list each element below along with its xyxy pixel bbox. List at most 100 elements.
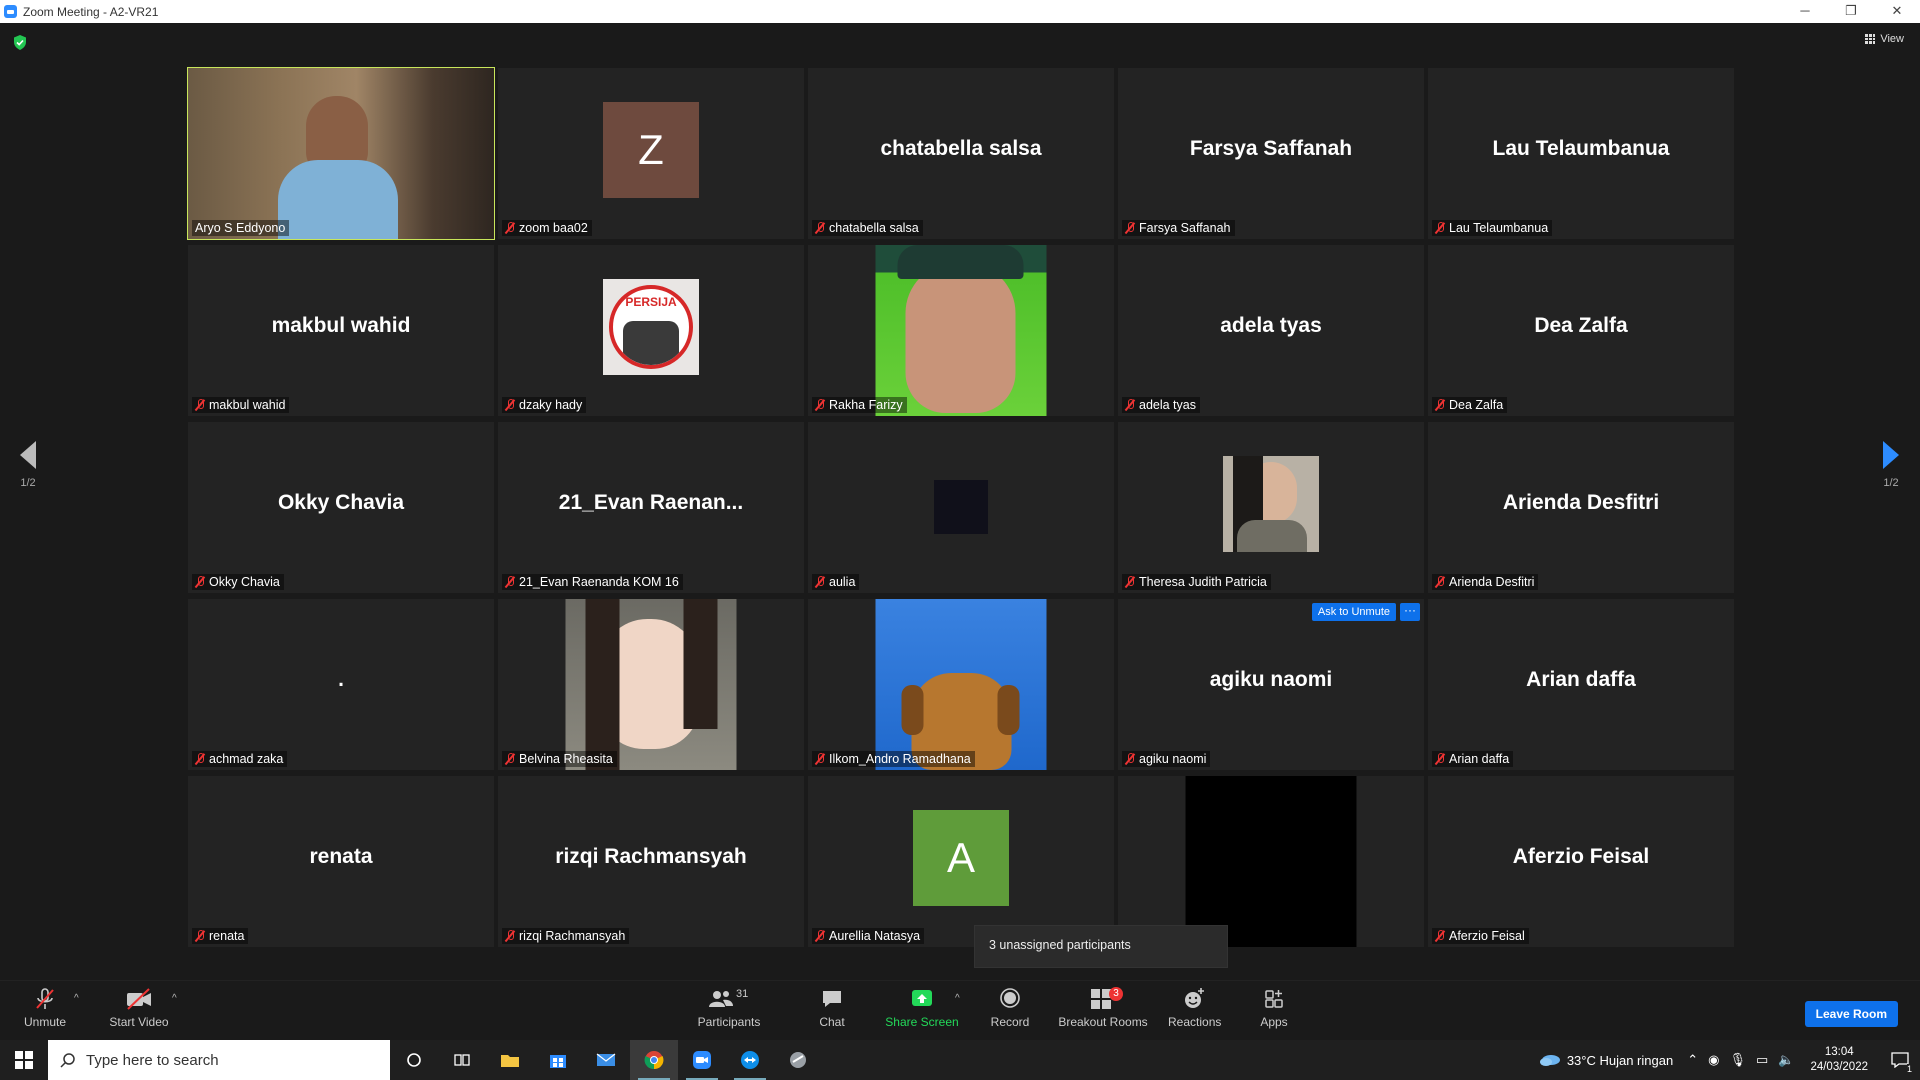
video-tile[interactable] xyxy=(1118,776,1424,947)
video-tile[interactable]: Arienda Desfitri Arienda Desfitri xyxy=(1428,422,1734,593)
participant-name: Dea Zalfa xyxy=(1449,398,1504,412)
breakout-rooms-label: Breakout Rooms xyxy=(1058,1015,1148,1029)
record-indicator-icon[interactable]: ◉ xyxy=(1708,1052,1719,1068)
video-options-caret[interactable]: ^ xyxy=(172,993,177,1004)
volume-icon[interactable]: 🔈 xyxy=(1778,1052,1794,1068)
taskbar-search-input[interactable]: Type here to search xyxy=(48,1040,390,1080)
windows-logo-icon xyxy=(15,1051,33,1069)
window-title: Zoom Meeting - A2-VR21 xyxy=(23,4,159,19)
breakout-rooms-button[interactable]: 3 Breakout Rooms xyxy=(1058,987,1148,1029)
leave-room-button[interactable]: Leave Room xyxy=(1804,1001,1898,1027)
mic-muted-icon xyxy=(1435,576,1445,588)
video-tile[interactable]: adela tyas adela tyas xyxy=(1118,245,1424,416)
video-tile[interactable]: PERSIJA dzaky hady xyxy=(498,245,804,416)
minimize-button[interactable]: ─ xyxy=(1782,0,1828,23)
video-tile[interactable]: Rakha Farizy xyxy=(808,245,1114,416)
unmute-button[interactable]: Unmute xyxy=(20,987,70,1029)
video-tile[interactable]: Ilkom_Andro Ramadhana xyxy=(808,599,1114,770)
chrome-button[interactable] xyxy=(630,1040,678,1080)
video-tile[interactable]: Dea Zalfa Dea Zalfa xyxy=(1428,245,1734,416)
mic-muted-icon xyxy=(195,399,205,411)
network-icon[interactable]: ▭ xyxy=(1756,1052,1768,1068)
teamviewer-icon xyxy=(741,1051,759,1069)
cortana-button[interactable] xyxy=(390,1040,438,1080)
video-tile[interactable]: Lau Telaumbanua Lau Telaumbanua xyxy=(1428,68,1734,239)
video-tile[interactable]: makbul wahid makbul wahid xyxy=(188,245,494,416)
video-tile[interactable]: Belvina Rheasita xyxy=(498,599,804,770)
apps-button[interactable]: Apps xyxy=(1256,987,1292,1029)
video-tile[interactable]: Z zoom baa02 xyxy=(498,68,804,239)
reactions-icon xyxy=(1168,987,1220,1011)
meeting-toolbar: Unmute ^ Start Video ^ 31 Participants C… xyxy=(0,980,1920,1040)
participant-nameplate: Ilkom_Andro Ramadhana xyxy=(812,751,975,767)
participant-name: Theresa Judith Patricia xyxy=(1139,575,1267,589)
share-screen-button[interactable]: Share Screen xyxy=(884,987,960,1029)
chrome-icon xyxy=(644,1051,664,1070)
video-tile[interactable]: Aferzio Feisal Aferzio Feisal xyxy=(1428,776,1734,947)
video-tile[interactable]: 21_Evan Raenan... 21_Evan Raenanda KOM 1… xyxy=(498,422,804,593)
video-tile[interactable]: Farsya Saffanah Farsya Saffanah xyxy=(1118,68,1424,239)
participant-name: agiku naomi xyxy=(1139,752,1207,766)
participant-nameplate: Farsya Saffanah xyxy=(1122,220,1235,236)
teamviewer-button[interactable] xyxy=(726,1040,774,1080)
participant-name: Aurellia Natasya xyxy=(829,929,921,943)
prev-page-button[interactable]: 1/2 xyxy=(13,441,43,489)
start-video-button[interactable]: Start Video xyxy=(108,987,170,1029)
store-button[interactable] xyxy=(534,1040,582,1080)
video-tile[interactable]: Aryo S Eddyono xyxy=(187,67,495,240)
start-video-label: Start Video xyxy=(109,1015,169,1029)
participants-button[interactable]: 31 Participants xyxy=(694,987,764,1029)
chat-button[interactable]: Chat xyxy=(812,987,852,1029)
share-options-caret[interactable]: ^ xyxy=(955,993,960,1004)
mic-muted-icon xyxy=(505,222,515,234)
close-button[interactable]: ✕ xyxy=(1874,0,1920,23)
dog-ear xyxy=(997,685,1020,735)
participant-nameplate: zoom baa02 xyxy=(502,220,592,236)
weather-label[interactable]: 33°C Hujan ringan xyxy=(1567,1053,1673,1068)
participant-nameplate: Lau Telaumbanua xyxy=(1432,220,1553,236)
restore-button[interactable]: ❐ xyxy=(1828,0,1874,23)
next-page-button[interactable]: 1/2 xyxy=(1876,441,1906,489)
start-button[interactable] xyxy=(0,1040,48,1080)
notifications-button[interactable]: 1 xyxy=(1880,1040,1920,1080)
shield-icon[interactable] xyxy=(13,35,27,50)
participant-name: adela tyas xyxy=(1139,398,1196,412)
participant-display-name: Dea Zalfa xyxy=(1534,313,1628,337)
participant-name: renata xyxy=(209,929,245,943)
arrow-left-icon xyxy=(20,441,36,469)
video-tile[interactable]: chatabella salsa chatabella salsa xyxy=(808,68,1114,239)
video-tile[interactable]: Theresa Judith Patricia xyxy=(1118,422,1424,593)
participant-nameplate: 21_Evan Raenanda KOM 16 xyxy=(502,574,683,590)
avatar: A xyxy=(913,810,1009,906)
video-tile[interactable]: rizqi Rachmansyah rizqi Rachmansyah xyxy=(498,776,804,947)
view-button[interactable]: View xyxy=(1865,33,1904,45)
mic-muted-icon xyxy=(1125,576,1135,588)
avatar: Z xyxy=(603,102,699,198)
zoom-button[interactable] xyxy=(678,1040,726,1080)
video-tile[interactable]: Ask to Unmute ··· agiku naomi agiku naom… xyxy=(1118,599,1424,770)
show-hidden-icons-icon[interactable]: ⌃ xyxy=(1687,1052,1698,1068)
video-off-icon xyxy=(108,987,170,1011)
audio-options-caret[interactable]: ^ xyxy=(74,993,79,1004)
video-tile[interactable]: renata renata xyxy=(188,776,494,947)
record-button[interactable]: Record xyxy=(990,987,1030,1029)
participant-display-name: Farsya Saffanah xyxy=(1189,136,1353,160)
video-tile[interactable]: aulia xyxy=(808,422,1114,593)
app-button[interactable] xyxy=(774,1040,822,1080)
mail-button[interactable] xyxy=(582,1040,630,1080)
participant-name: Arienda Desfitri xyxy=(1449,575,1535,589)
grid-icon xyxy=(1865,34,1876,44)
video-tile[interactable]: . achmad zaka xyxy=(188,599,494,770)
video-tile[interactable]: Arian daffa Arian daffa xyxy=(1428,599,1734,770)
mic-muted-icon xyxy=(1435,753,1445,765)
task-view-button[interactable] xyxy=(438,1040,486,1080)
avatar-initial: Z xyxy=(638,126,664,173)
mic-muted-icon xyxy=(505,753,515,765)
taskbar-clock[interactable]: 13:04 24/03/2022 xyxy=(1810,1045,1868,1075)
file-explorer-button[interactable] xyxy=(486,1040,534,1080)
video-tile[interactable]: A Aurellia Natasya xyxy=(808,776,1114,947)
reactions-button[interactable]: Reactions xyxy=(1168,987,1221,1029)
microphone-icon[interactable]: 🎙 xyxy=(1729,1052,1746,1068)
task-view-icon xyxy=(454,1054,470,1066)
video-tile[interactable]: Okky Chavia Okky Chavia xyxy=(188,422,494,593)
